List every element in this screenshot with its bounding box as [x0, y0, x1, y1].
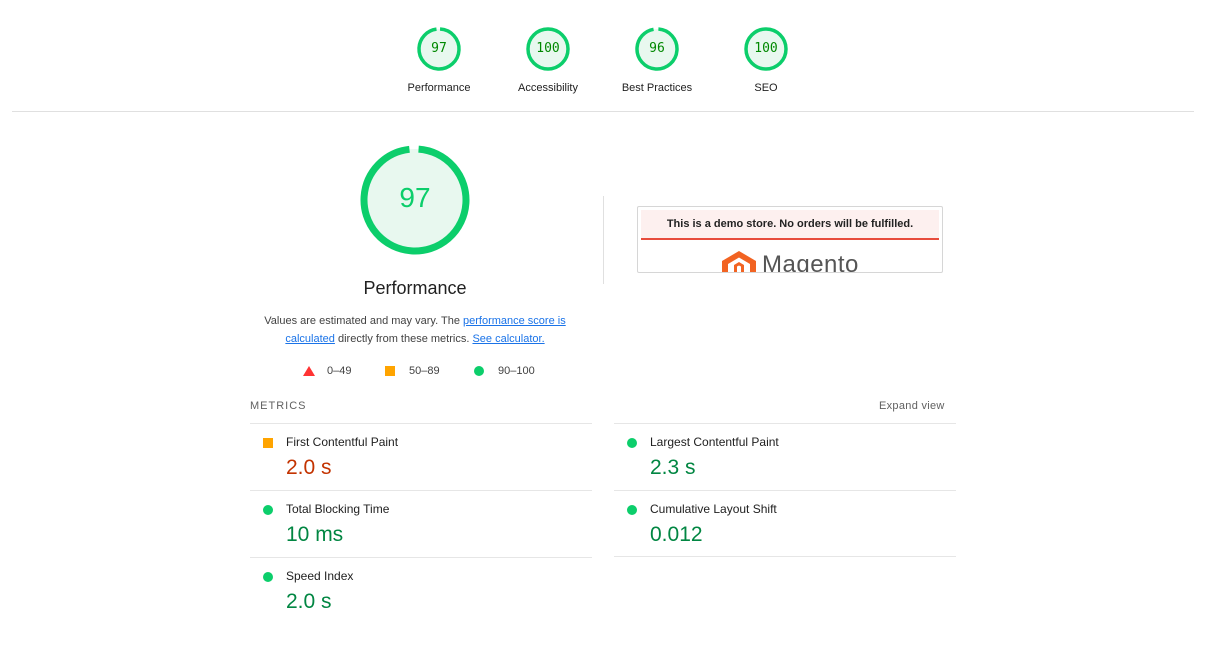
gauge-score: 96: [649, 41, 665, 56]
gauge-ring: 96: [634, 26, 680, 72]
legend-item-fail: 0–49: [303, 365, 351, 377]
legend-range: 0–49: [327, 365, 352, 377]
metric-name: Largest Contentful Paint: [650, 435, 779, 449]
circle-icon: [263, 505, 273, 515]
description-text: directly from these metrics.: [334, 333, 473, 345]
gauge-best-practices[interactable]: 96 Best Practices: [602, 26, 712, 94]
metric-value: 2.0 s: [286, 590, 332, 613]
metric-speed-index: Speed Index 2.0 s: [250, 557, 592, 624]
circle-icon: [263, 572, 273, 582]
gauge-ring: 100: [525, 26, 571, 72]
gauge-score: 100: [754, 41, 778, 56]
description-text: Values are estimated and may vary. The: [264, 315, 463, 327]
gauge-score: 97: [431, 41, 447, 56]
performance-description: Values are estimated and may vary. The p…: [255, 312, 575, 348]
see-calculator-link[interactable]: See calculator.: [472, 333, 544, 345]
square-icon: [263, 438, 273, 448]
gauge-label: Accessibility: [518, 82, 578, 94]
gauge-label: Best Practices: [621, 82, 693, 94]
circle-icon: [627, 505, 637, 515]
section-divider: [12, 111, 1194, 112]
gauge-label: SEO: [754, 82, 778, 94]
legend-range: 50–89: [409, 365, 440, 377]
magento-logo-icon: [722, 251, 756, 272]
square-icon: [385, 366, 395, 377]
metric-cumulative-layout-shift: Cumulative Layout Shift 0.012: [614, 490, 956, 557]
final-screenshot[interactable]: This is a demo store. No orders will be …: [637, 206, 943, 273]
circle-icon: [474, 366, 484, 377]
metric-value: 10 ms: [286, 523, 344, 546]
performance-gauge: 97: [358, 143, 472, 257]
metric-name: Speed Index: [286, 569, 354, 583]
gauge-ring: 100: [743, 26, 789, 72]
demo-store-banner: This is a demo store. No orders will be …: [641, 210, 939, 240]
performance-score: 97: [399, 182, 431, 213]
performance-title: Performance: [363, 278, 467, 298]
metric-name: Total Blocking Time: [286, 502, 390, 516]
metric-total-blocking-time: Total Blocking Time 10 ms: [250, 490, 592, 557]
triangle-icon: [303, 366, 315, 377]
metric-largest-contentful-paint: Largest Contentful Paint 2.3 s: [614, 423, 956, 490]
metric-name: Cumulative Layout Shift: [650, 502, 777, 516]
vertical-divider: [603, 196, 604, 284]
summary-gauges: 97 Performance 100 Accessibility 96 Best…: [0, 26, 1206, 106]
gauge-performance[interactable]: 97 Performance: [384, 26, 494, 94]
gauge-accessibility[interactable]: 100 Accessibility: [493, 26, 603, 94]
expand-view-button[interactable]: Expand view: [879, 400, 945, 412]
circle-icon: [627, 438, 637, 448]
metrics-header: METRICS: [250, 400, 307, 412]
legend-item-average: 50–89: [385, 365, 440, 377]
metric-value: 2.3 s: [650, 456, 696, 479]
metric-value: 0.012: [650, 523, 703, 546]
metric-first-contentful-paint: First Contentful Paint 2.0 s: [250, 423, 592, 490]
legend-item-pass: 90–100: [474, 365, 535, 377]
gauge-label: Performance: [407, 82, 471, 94]
gauge-score: 100: [536, 41, 560, 56]
metric-value: 2.0 s: [286, 456, 332, 479]
magento-logo-text: Magento: [762, 251, 859, 273]
legend-range: 90–100: [498, 365, 535, 377]
gauge-seo[interactable]: 100 SEO: [711, 26, 821, 94]
gauge-ring: 97: [416, 26, 462, 72]
metric-name: First Contentful Paint: [286, 435, 399, 449]
